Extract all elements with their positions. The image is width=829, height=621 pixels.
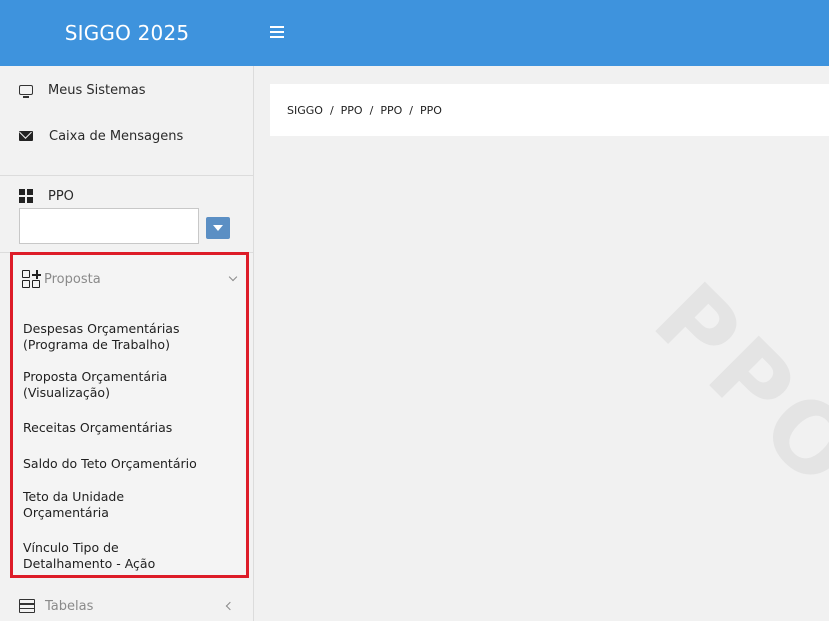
submenu-item-proposta-orcamentaria[interactable]: Proposta Orçamentária (Visualização) [23, 369, 243, 401]
sidebar-item-meus-sistemas[interactable]: Meus Sistemas [19, 80, 146, 100]
monitor-icon [19, 85, 33, 98]
chevron-left-icon [225, 601, 235, 611]
table-icon [19, 599, 35, 613]
sidebar-divider [0, 175, 253, 176]
envelope-icon [19, 131, 33, 141]
breadcrumb-separator: / [409, 103, 413, 117]
chevron-down-icon [228, 272, 238, 282]
top-bar: SIGGO 2025 [0, 0, 829, 66]
proposta-group: Proposta Despesas Orçamentárias (Program… [10, 252, 249, 578]
breadcrumb-item: PPO [419, 103, 442, 117]
submenu-item-despesas-orcamentarias[interactable]: Despesas Orçamentárias (Programa de Trab… [23, 321, 243, 353]
app-title[interactable]: SIGGO 2025 [0, 0, 254, 66]
module-select[interactable] [19, 208, 199, 244]
module-label: PPO [48, 188, 74, 204]
submenu-item-saldo-do-teto[interactable]: Saldo do Teto Orçamentário [23, 456, 243, 472]
module-header-ppo: PPO [19, 186, 74, 206]
breadcrumb-item[interactable]: PPO [380, 104, 402, 117]
sidebar-item-tabelas[interactable]: Tabelas [19, 596, 239, 616]
chevron-down-icon[interactable] [206, 217, 230, 239]
submenu-item-teto-da-unidade[interactable]: Teto da Unidade Orçamentária [23, 489, 243, 521]
breadcrumb-item[interactable]: PPO [341, 104, 363, 117]
sidebar-item-caixa-de-mensagens[interactable]: Caixa de Mensagens [19, 126, 183, 146]
breadcrumb: SIGGO / PPO / PPO / PPO [270, 84, 829, 136]
sidebar-item-label: Caixa de Mensagens [49, 128, 184, 144]
breadcrumb-item[interactable]: SIGGO [287, 104, 323, 117]
breadcrumb-separator: / [329, 103, 334, 117]
sidebar-item-label: Meus Sistemas [48, 82, 146, 98]
group-label: Proposta [44, 271, 101, 287]
breadcrumb-separator: / [369, 103, 374, 117]
hamburger-icon[interactable] [270, 26, 284, 38]
grid-icon [19, 189, 33, 203]
sidebar-item-label: Tabelas [45, 598, 94, 614]
submenu-item-vinculo-tipo[interactable]: Vínculo Tipo de Detalhamento - Ação [23, 540, 243, 572]
watermark: PPO [632, 262, 829, 512]
submenu-item-receitas-orcamentarias[interactable]: Receitas Orçamentárias [23, 420, 243, 436]
add-grid-icon [22, 269, 41, 289]
proposta-group-toggle[interactable]: Proposta [22, 268, 242, 290]
